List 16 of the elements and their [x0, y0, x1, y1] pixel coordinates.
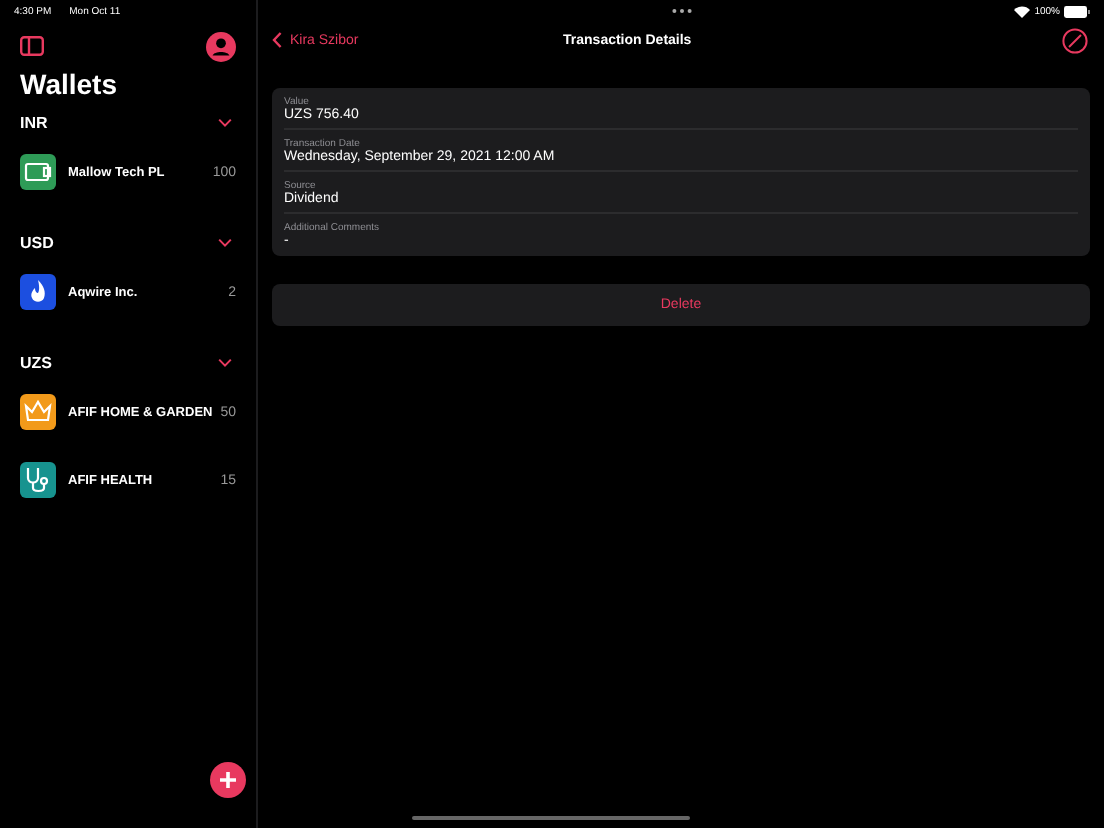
wifi-icon	[1014, 5, 1031, 17]
plus-icon	[218, 770, 238, 790]
multitasking-dots-icon[interactable]	[671, 8, 691, 14]
battery-icon	[1064, 5, 1090, 17]
chevron-icon[interactable]	[218, 237, 232, 247]
sidebar-toggle-icon[interactable]	[20, 36, 44, 56]
chevron-icon[interactable]	[218, 357, 232, 367]
back-chevron-icon	[272, 32, 282, 48]
profile-icon[interactable]	[206, 31, 236, 61]
add-button[interactable]	[210, 762, 246, 798]
chevron-icon[interactable]	[218, 117, 232, 127]
edit-circle-icon[interactable]	[1062, 27, 1088, 53]
currency-heading: USD	[20, 233, 54, 251]
currency-heading: UZS	[20, 353, 52, 371]
currency-heading: INR	[20, 113, 48, 131]
sidebar-title: Wallets	[20, 68, 119, 102]
